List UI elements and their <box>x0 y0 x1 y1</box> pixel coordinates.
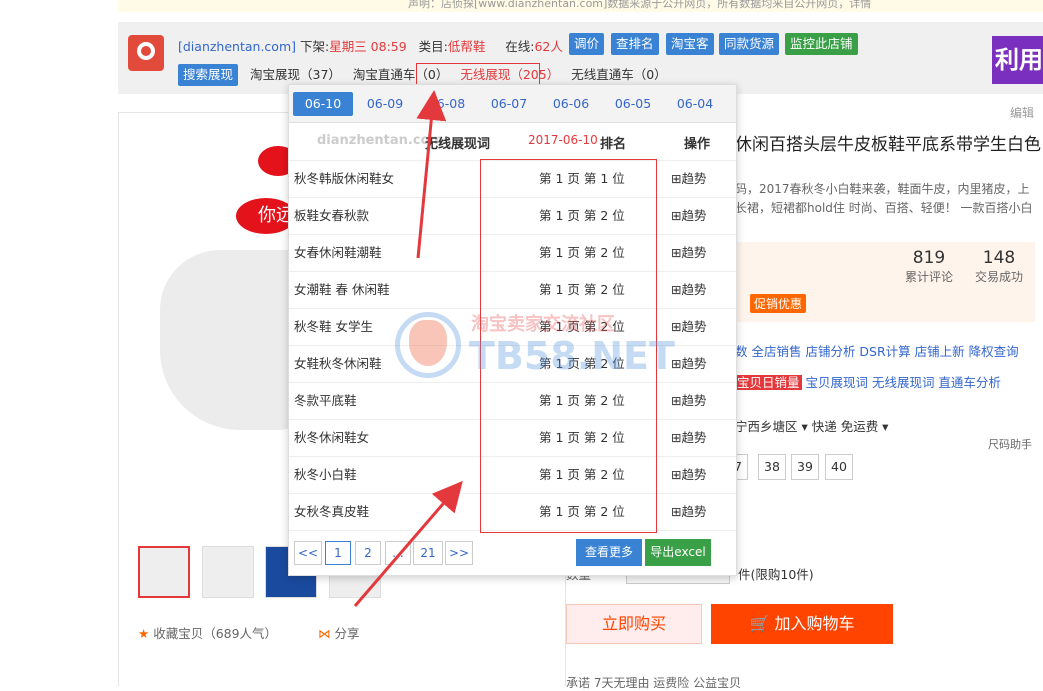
keyword-cell: 秋冬鞋 女学生 <box>294 319 373 334</box>
plugin-logo <box>128 35 164 71</box>
share-icon: ⋈ <box>318 626 331 641</box>
pager-page[interactable]: 1 <box>325 541 351 565</box>
promo-badge-text: 你远 <box>236 198 296 234</box>
share-link[interactable]: ⋈ 分享 <box>318 623 360 642</box>
keyword-cell: 板鞋女春秋款 <box>294 208 370 223</box>
pager-last[interactable]: >> <box>445 541 473 565</box>
buy-now-button[interactable]: 立即购买 <box>566 604 702 644</box>
header-keyword: 无线展现词 <box>425 137 491 152</box>
tab-date[interactable]: 06-10 <box>293 92 353 116</box>
table-header: dianzhentan.com 无线展现词 2017-06-10 排名 操作 <box>289 123 736 161</box>
trend-button[interactable]: ⊞趋势 <box>671 494 706 530</box>
tab-date[interactable]: 06-07 <box>479 92 539 116</box>
keyword-cell: 女鞋秋冬休闲鞋 <box>294 356 382 371</box>
rank-highlight-box <box>480 159 657 533</box>
monitor-shop-button[interactable]: 监控此店铺 <box>785 33 858 55</box>
keyword-cell: 冬款平底鞋 <box>294 393 357 408</box>
product-image[interactable] <box>160 250 300 430</box>
sales-count: 148 交易成功 <box>975 248 1024 284</box>
trend-button[interactable]: ⊞趋势 <box>671 420 706 456</box>
trend-button[interactable]: ⊞趋势 <box>671 161 706 197</box>
notice-bar: 声明：店侦探[www.dianzhentan.com]数据来源于公开网页，所有数… <box>118 0 1043 12</box>
taobaoke-button[interactable]: 淘宝客 <box>666 33 714 55</box>
keyword-cell: 秋冬韩版休闲鞋女 <box>294 171 395 186</box>
thumbnail[interactable] <box>138 546 190 598</box>
tab-date[interactable]: 06-04 <box>665 92 725 116</box>
export-excel-button[interactable]: 导出excel <box>645 539 711 566</box>
keyword-cell: 女潮鞋 春 休闲鞋 <box>294 282 390 297</box>
trend-button[interactable]: ⊞趋势 <box>671 457 706 493</box>
promo-tag[interactable]: 促销优惠 <box>750 294 807 313</box>
site-link[interactable]: [dianzhentan.com] <box>178 39 296 54</box>
pager-first[interactable]: << <box>294 541 322 565</box>
size-option[interactable]: 39 <box>791 454 819 480</box>
header-op: 操作 <box>684 137 711 152</box>
analysis-links-2[interactable]: 宝贝日销量 宝贝展现词 无线展现词 直通车分析 <box>735 372 1001 391</box>
pager-page[interactable]: 2 <box>355 541 381 565</box>
tab-date[interactable]: 06-05 <box>603 92 663 116</box>
trend-button[interactable]: ⊞趋势 <box>671 309 706 345</box>
trend-button[interactable]: ⊞趋势 <box>671 198 706 234</box>
keyword-cell: 女春休闲鞋潮鞋 <box>294 245 382 260</box>
thumbnail[interactable] <box>202 546 254 598</box>
cart-icon: 🛒 <box>749 614 770 633</box>
tab-taobao[interactable]: 淘宝展现（37） <box>250 67 341 82</box>
size-option[interactable]: 38 <box>758 454 786 480</box>
quantity-limit: 件(限购10件) <box>738 567 814 582</box>
product-title: 休闲百搭头层牛皮板鞋平底系带学生白色 <box>735 135 1041 155</box>
tab-wireless-ztc[interactable]: 无线直通车（0） <box>571 67 666 82</box>
trend-button[interactable]: ⊞趋势 <box>671 383 706 419</box>
pager-ellipsis: ... <box>385 541 411 565</box>
trend-button[interactable]: ⊞趋势 <box>671 235 706 271</box>
pager-page[interactable]: 21 <box>413 541 443 565</box>
same-source-button[interactable]: 同款货源 <box>719 33 780 55</box>
tab-date[interactable]: 06-09 <box>355 92 415 116</box>
header-date: 2017-06-10 <box>528 133 598 147</box>
view-more-button[interactable]: 查看更多 <box>576 539 642 566</box>
keyword-cell: 秋冬休闲鞋女 <box>294 430 370 445</box>
tab-date[interactable]: 06-08 <box>417 92 477 116</box>
plugin-info: [dianzhentan.com] 下架:星期三 08:59 类目:低帮鞋 在线… <box>178 39 563 54</box>
star-icon: ★ <box>138 626 150 641</box>
size-option[interactable]: 40 <box>825 454 853 480</box>
product-desc: 码，2017春秋冬小白鞋来袭，鞋面牛皮，内里猪皮，上 长裙，短裙都hold住 时尚… <box>735 182 1033 215</box>
ad-banner[interactable]: 利用 <box>992 36 1043 84</box>
review-count: 819 累计评论 <box>905 248 954 284</box>
trend-button[interactable]: ⊞趋势 <box>671 346 706 382</box>
adjust-price-button[interactable]: 调价 <box>569 33 605 55</box>
add-to-cart-button[interactable]: 🛒 加入购物车 <box>711 604 893 644</box>
keyword-cell: 女秋冬真皮鞋 <box>294 504 370 519</box>
check-rank-button[interactable]: 查排名 <box>611 33 659 55</box>
shipping-info[interactable]: 宁西乡塘区 ▾ 快递 免运费 ▾ <box>735 416 888 435</box>
tab-date[interactable]: 06-06 <box>541 92 601 116</box>
favorite-link[interactable]: ★ 收藏宝贝（689人气） <box>138 623 277 642</box>
analysis-links[interactable]: 数 全店销售 店铺分析 DSR计算 店铺上新 降权查询 <box>735 341 1019 360</box>
keyword-cell: 秋冬小白鞋 <box>294 467 357 482</box>
tab-search[interactable]: 搜索展现 <box>178 64 239 86</box>
trend-button[interactable]: ⊞趋势 <box>671 272 706 308</box>
edit-link[interactable]: 编辑 <box>1010 104 1034 121</box>
size-helper[interactable]: 尺码助手 <box>988 436 1032 452</box>
header-rank: 排名 <box>600 137 627 152</box>
date-tabs: 06-10 06-09 06-08 06-07 06-06 06-05 06-0… <box>289 85 736 123</box>
service-promise: 承诺 7天无理由 运费险 公益宝贝 <box>566 676 742 690</box>
